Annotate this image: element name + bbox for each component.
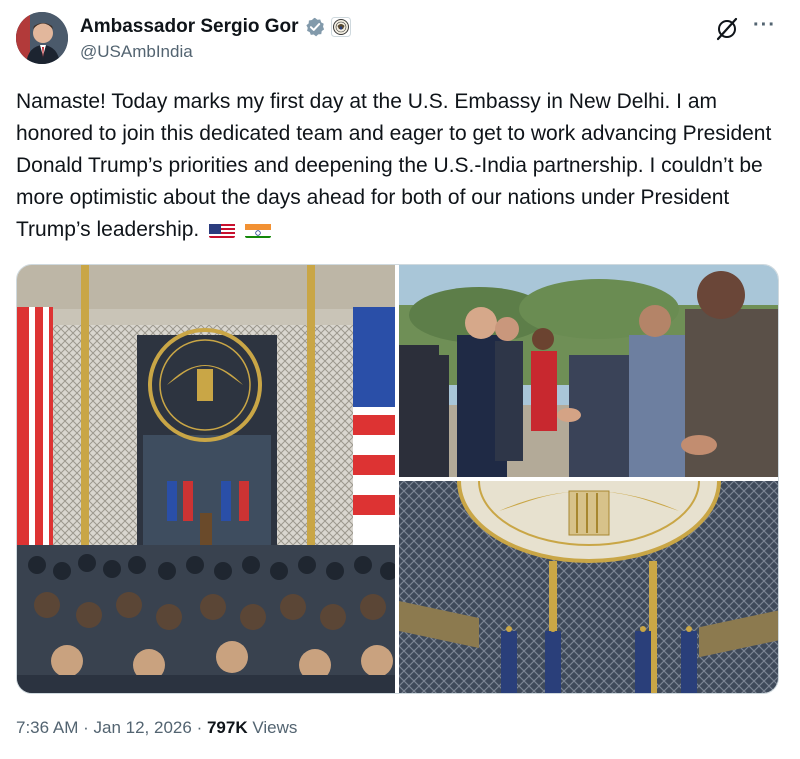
meta-separator: · <box>196 718 203 737</box>
views-count[interactable]: 797K <box>207 718 248 737</box>
us-flag-emoji <box>209 220 236 238</box>
verified-badge-icon[interactable] <box>305 17 325 37</box>
meta-separator: · <box>83 718 89 737</box>
avatar[interactable] <box>16 12 68 64</box>
tweet-text: Namaste! Today marks my first day at the… <box>16 86 784 246</box>
photo-embassy-seal[interactable] <box>399 481 778 693</box>
views-label: Views <box>252 718 298 737</box>
photo-greeting-line[interactable] <box>399 265 778 477</box>
tweet-body: Namaste! Today marks my first day at the… <box>16 90 772 241</box>
more-icon[interactable]: ··· <box>753 14 776 37</box>
embassy-seal-icon[interactable] <box>330 17 351 37</box>
tweet-header: Ambassador Sergio Gor @USAmbIndia ··· <box>16 12 784 66</box>
india-flag-emoji <box>244 220 271 238</box>
tweet-date[interactable]: Jan 12, 2026 <box>94 718 192 737</box>
tweet-time[interactable]: 7:36 AM <box>16 718 78 737</box>
display-name[interactable]: Ambassador Sergio Gor <box>80 16 299 38</box>
media-grid <box>16 264 779 694</box>
tweet-meta: 7:36 AM · Jan 12, 2026 · 797K Views <box>16 718 297 738</box>
handle[interactable]: @USAmbIndia <box>80 42 193 62</box>
grok-icon[interactable] <box>714 16 740 42</box>
photo-embassy-ceremony[interactable] <box>17 265 395 693</box>
